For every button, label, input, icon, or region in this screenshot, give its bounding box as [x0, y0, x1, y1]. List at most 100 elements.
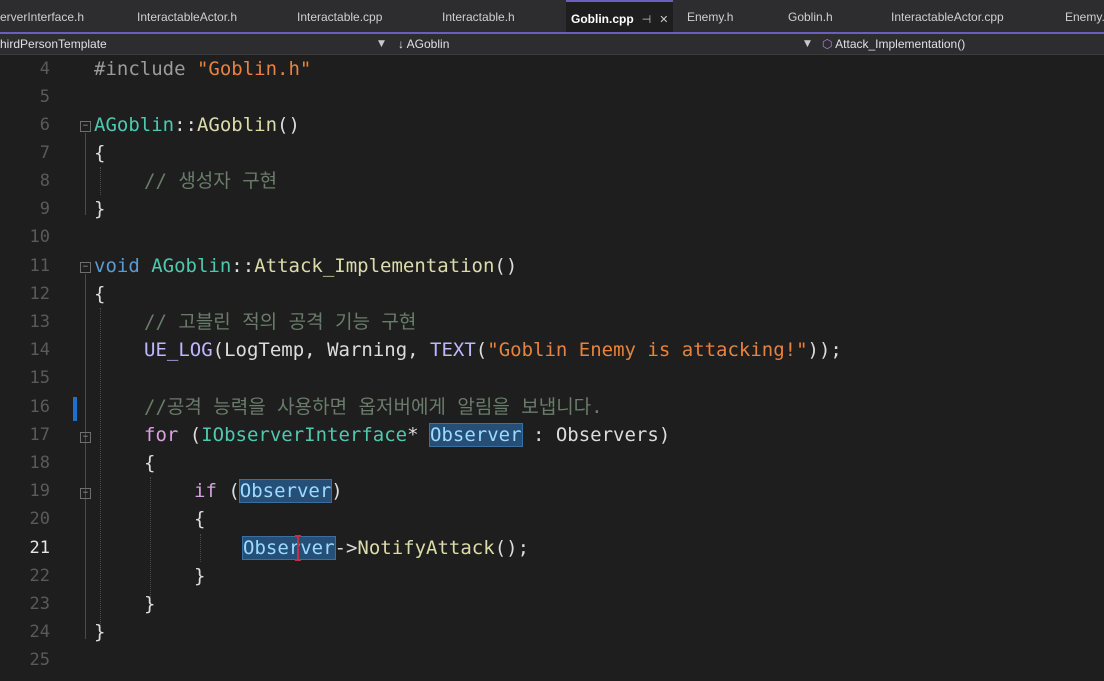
current-line-number: 21: [29, 538, 50, 558]
include-path: "Goblin.h": [196, 58, 312, 80]
line-number: 17: [29, 425, 50, 445]
comma: ,: [407, 339, 431, 361]
line-number: 9: [39, 199, 50, 219]
scope-operator: ::: [174, 114, 197, 136]
code-editor[interactable]: 4 5 6 7 8 9 10 11 12 13 14 15 16 17 18 1…: [0, 55, 1104, 681]
close-icon[interactable]: ✕: [659, 14, 668, 26]
line-number: 15: [29, 368, 50, 388]
container-name: Observers: [555, 424, 659, 446]
chevron-down-icon[interactable]: ▼: [378, 34, 385, 54]
code-line-11: void AGoblin::Attack_Implementation(): [94, 252, 517, 280]
code-line-7: {: [94, 139, 105, 167]
code-line-8: // 생성자 구현: [144, 167, 277, 195]
paren: ): [331, 480, 343, 502]
method-call: NotifyAttack: [357, 537, 495, 559]
indent-guide: [150, 477, 151, 607]
line-number: 12: [29, 284, 50, 304]
log-verbosity: Warning: [327, 339, 408, 361]
collapse-icon[interactable]: −: [80, 121, 91, 132]
method-icon: ⬡: [822, 37, 836, 51]
code-line-18: {: [144, 449, 155, 477]
tab-goblin-cpp[interactable]: Goblin.cpp ⊣ ✕: [566, 0, 674, 32]
close-brace: }: [94, 198, 106, 220]
code-line-14: UE_LOG(LogTemp, Warning, TEXT("Goblin En…: [144, 336, 842, 364]
line-number: 4: [39, 59, 50, 79]
paren: (: [216, 480, 240, 502]
line-number: 11: [29, 256, 50, 276]
tab-interactable-h[interactable]: Interactable.h: [442, 0, 515, 32]
chevron-down-icon[interactable]: ▼: [804, 34, 811, 54]
pointer-star: *: [407, 424, 431, 446]
open-brace: {: [144, 452, 156, 474]
colon: :: [521, 424, 556, 446]
code-line-16: //공격 능력을 사용하면 옵저버에게 알림을 보냅니다.: [144, 393, 603, 421]
collapse-icon[interactable]: −: [80, 262, 91, 273]
statement-end: ));: [807, 339, 842, 361]
indent-guide: [100, 167, 101, 195]
scope-label: AGoblin: [406, 37, 450, 51]
line-number: 23: [29, 594, 50, 614]
tab-enemy-h-2[interactable]: Enemy.h: [1065, 0, 1104, 32]
line-number: 6: [39, 115, 50, 135]
for-keyword: for: [144, 424, 179, 446]
highlighted-reference[interactable]: Observer: [242, 536, 336, 560]
comment: // 생성자 구현: [144, 170, 278, 192]
line-number: 13: [29, 312, 50, 332]
close-brace: }: [144, 593, 156, 615]
code-line-12: {: [94, 280, 105, 308]
pin-icon[interactable]: ⊣: [642, 14, 652, 26]
code-line-4: #include "Goblin.h": [94, 55, 311, 83]
if-keyword: if: [194, 480, 217, 502]
text-cursor-icon: [295, 535, 301, 561]
tab-goblin-h[interactable]: Goblin.h: [788, 0, 833, 32]
arrow-down-icon: ↓: [398, 37, 407, 51]
highlighted-reference[interactable]: Observer: [429, 423, 523, 447]
paren: ): [658, 424, 671, 446]
line-number: 19: [29, 481, 50, 501]
line-number: 25: [29, 650, 50, 670]
line-number: 18: [29, 453, 50, 473]
code-line-19: if (Observer): [194, 477, 343, 505]
line-number: 20: [29, 509, 50, 529]
paren: (: [178, 424, 202, 446]
indent-guide: [100, 308, 101, 628]
function-name: Attack_Implementation: [254, 255, 495, 277]
parens: (): [277, 114, 300, 136]
code-line-21: Observer->NotifyAttack();: [242, 534, 529, 562]
open-brace: {: [94, 283, 106, 305]
navigation-bar: hirdPersonTemplate ▼ ↓ AGoblin ▼ ⬡ Attac…: [0, 34, 1104, 55]
string-literal: "Goblin Enemy is attacking!": [487, 339, 808, 361]
member-dropdown[interactable]: ⬡ Attack_Implementation(): [822, 34, 965, 54]
scope-dropdown[interactable]: ↓ AGoblin: [398, 34, 449, 54]
code-line-22: }: [194, 562, 205, 590]
tab-interactable-actor-cpp[interactable]: InteractableActor.cpp: [891, 0, 1004, 32]
constructor-name: AGoblin: [196, 114, 278, 136]
tab-enemy-h[interactable]: Enemy.h: [687, 0, 733, 32]
class-name: AGoblin: [94, 114, 175, 136]
comma: ,: [304, 339, 328, 361]
line-number: 16: [29, 397, 50, 417]
comment: //공격 능력을 사용하면 옵저버에게 알림을 보냅니다.: [144, 396, 603, 418]
open-brace: {: [94, 142, 106, 164]
class-name: AGoblin: [151, 255, 232, 277]
collapse-icon[interactable]: −: [80, 488, 91, 499]
highlighted-reference[interactable]: Observer: [238, 479, 333, 503]
line-number: 10: [29, 227, 50, 247]
indent-guide: [200, 534, 201, 562]
open-brace: {: [194, 508, 206, 530]
code-line-9: }: [94, 195, 105, 223]
fold-range-line: [85, 133, 86, 215]
change-marker: [73, 397, 77, 421]
tab-interactable-actor-h[interactable]: InteractableActor.h: [137, 0, 237, 32]
collapse-icon[interactable]: −: [80, 432, 91, 443]
line-number: 8: [39, 171, 50, 191]
tab-observer-interface-h[interactable]: erverInterface.h: [0, 0, 84, 32]
tab-interactable-cpp[interactable]: Interactable.cpp: [297, 0, 382, 32]
scope-operator: ::: [231, 255, 255, 277]
paren: (: [212, 339, 225, 361]
code-line-24: }: [94, 618, 105, 646]
project-dropdown[interactable]: hirdPersonTemplate: [0, 34, 107, 54]
line-number: 14: [29, 340, 50, 360]
log-category: LogTemp: [224, 339, 305, 361]
ue-log-macro: UE_LOG: [144, 339, 213, 361]
